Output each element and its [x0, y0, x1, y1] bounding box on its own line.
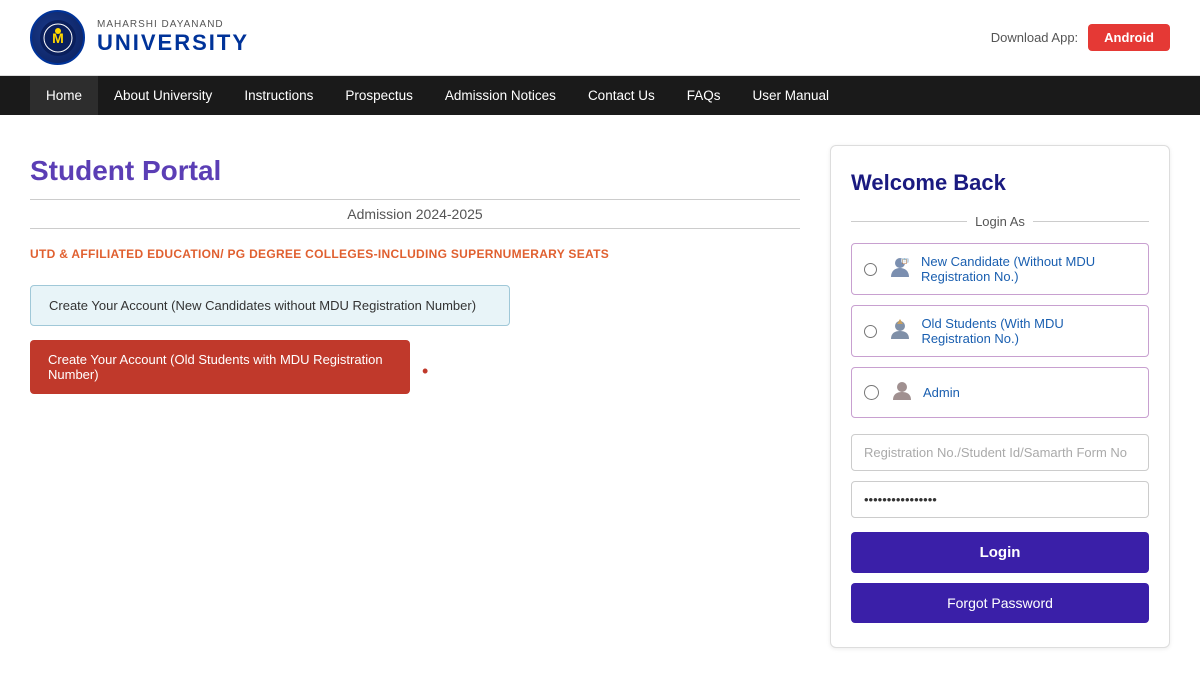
- navbar: Home About University Instructions Prosp…: [0, 76, 1200, 115]
- new-candidate-icon: 📋: [887, 255, 913, 284]
- forgot-password-button[interactable]: Forgot Password: [851, 583, 1149, 623]
- logo-big-text: UNIVERSITY: [97, 30, 249, 56]
- login-button[interactable]: Login: [851, 532, 1149, 573]
- login-panel: Welcome Back Login As 📋 New Candidate (W…: [830, 145, 1170, 648]
- old-student-label: Old Students (With MDU Registration No.): [887, 316, 1136, 346]
- header: M MAHARSHI DAYANAND UNIVERSITY Download …: [0, 0, 1200, 76]
- old-student-icon: [887, 317, 913, 346]
- download-area: Download App: Android: [991, 24, 1170, 51]
- login-form: Login Forgot Password: [851, 434, 1149, 623]
- logo-area: M MAHARSHI DAYANAND UNIVERSITY: [30, 10, 249, 65]
- nav-item-prospectus[interactable]: Prospectus: [329, 76, 429, 115]
- divider-line-right: [1033, 221, 1149, 222]
- nav-item-home[interactable]: Home: [30, 76, 98, 115]
- logo-text: MAHARSHI DAYANAND UNIVERSITY: [97, 19, 249, 56]
- bullet-indicator: •: [422, 361, 428, 382]
- login-as-divider: Login As: [851, 214, 1149, 229]
- logo-small-text: MAHARSHI DAYANAND: [97, 19, 249, 30]
- utd-text: UTD & AFFILIATED EDUCATION/ PG DEGREE CO…: [30, 247, 800, 261]
- download-label: Download App:: [991, 30, 1078, 45]
- admin-label: Admin: [889, 378, 960, 407]
- radio-admin[interactable]: [864, 385, 879, 400]
- login-as-label: Login As: [975, 214, 1025, 229]
- radio-new-candidate[interactable]: [864, 262, 877, 277]
- nav-item-user-manual[interactable]: User Manual: [736, 76, 845, 115]
- main-content: Student Portal Admission 2024-2025 UTD &…: [0, 115, 1200, 678]
- nav-item-instructions[interactable]: Instructions: [228, 76, 329, 115]
- nav-item-admission-notices[interactable]: Admission Notices: [429, 76, 572, 115]
- create-account-new-button[interactable]: Create Your Account (New Candidates with…: [30, 285, 510, 326]
- nav-list: Home About University Instructions Prosp…: [30, 76, 1170, 115]
- nav-item-faqs[interactable]: FAQs: [671, 76, 737, 115]
- new-candidate-label: 📋 New Candidate (Without MDU Registratio…: [887, 254, 1136, 284]
- android-button[interactable]: Android: [1088, 24, 1170, 51]
- divider-line-left: [851, 221, 967, 222]
- registration-input[interactable]: [851, 434, 1149, 471]
- admission-year: Admission 2024-2025: [30, 199, 800, 229]
- radio-old-student[interactable]: [864, 324, 877, 339]
- left-panel: Student Portal Admission 2024-2025 UTD &…: [30, 145, 800, 648]
- admin-icon: [889, 378, 915, 407]
- welcome-title: Welcome Back: [851, 170, 1149, 196]
- page-title: Student Portal: [30, 155, 800, 187]
- svg-text:📋: 📋: [902, 258, 908, 265]
- login-option-new-candidate[interactable]: 📋 New Candidate (Without MDU Registratio…: [851, 243, 1149, 295]
- create-account-old-button[interactable]: Create Your Account (Old Students with M…: [30, 340, 410, 394]
- nav-item-contact[interactable]: Contact Us: [572, 76, 671, 115]
- login-option-old-student[interactable]: Old Students (With MDU Registration No.): [851, 305, 1149, 357]
- login-option-admin[interactable]: Admin: [851, 367, 1149, 418]
- university-logo-icon: M: [30, 10, 85, 65]
- nav-item-about[interactable]: About University: [98, 76, 228, 115]
- password-input[interactable]: [851, 481, 1149, 518]
